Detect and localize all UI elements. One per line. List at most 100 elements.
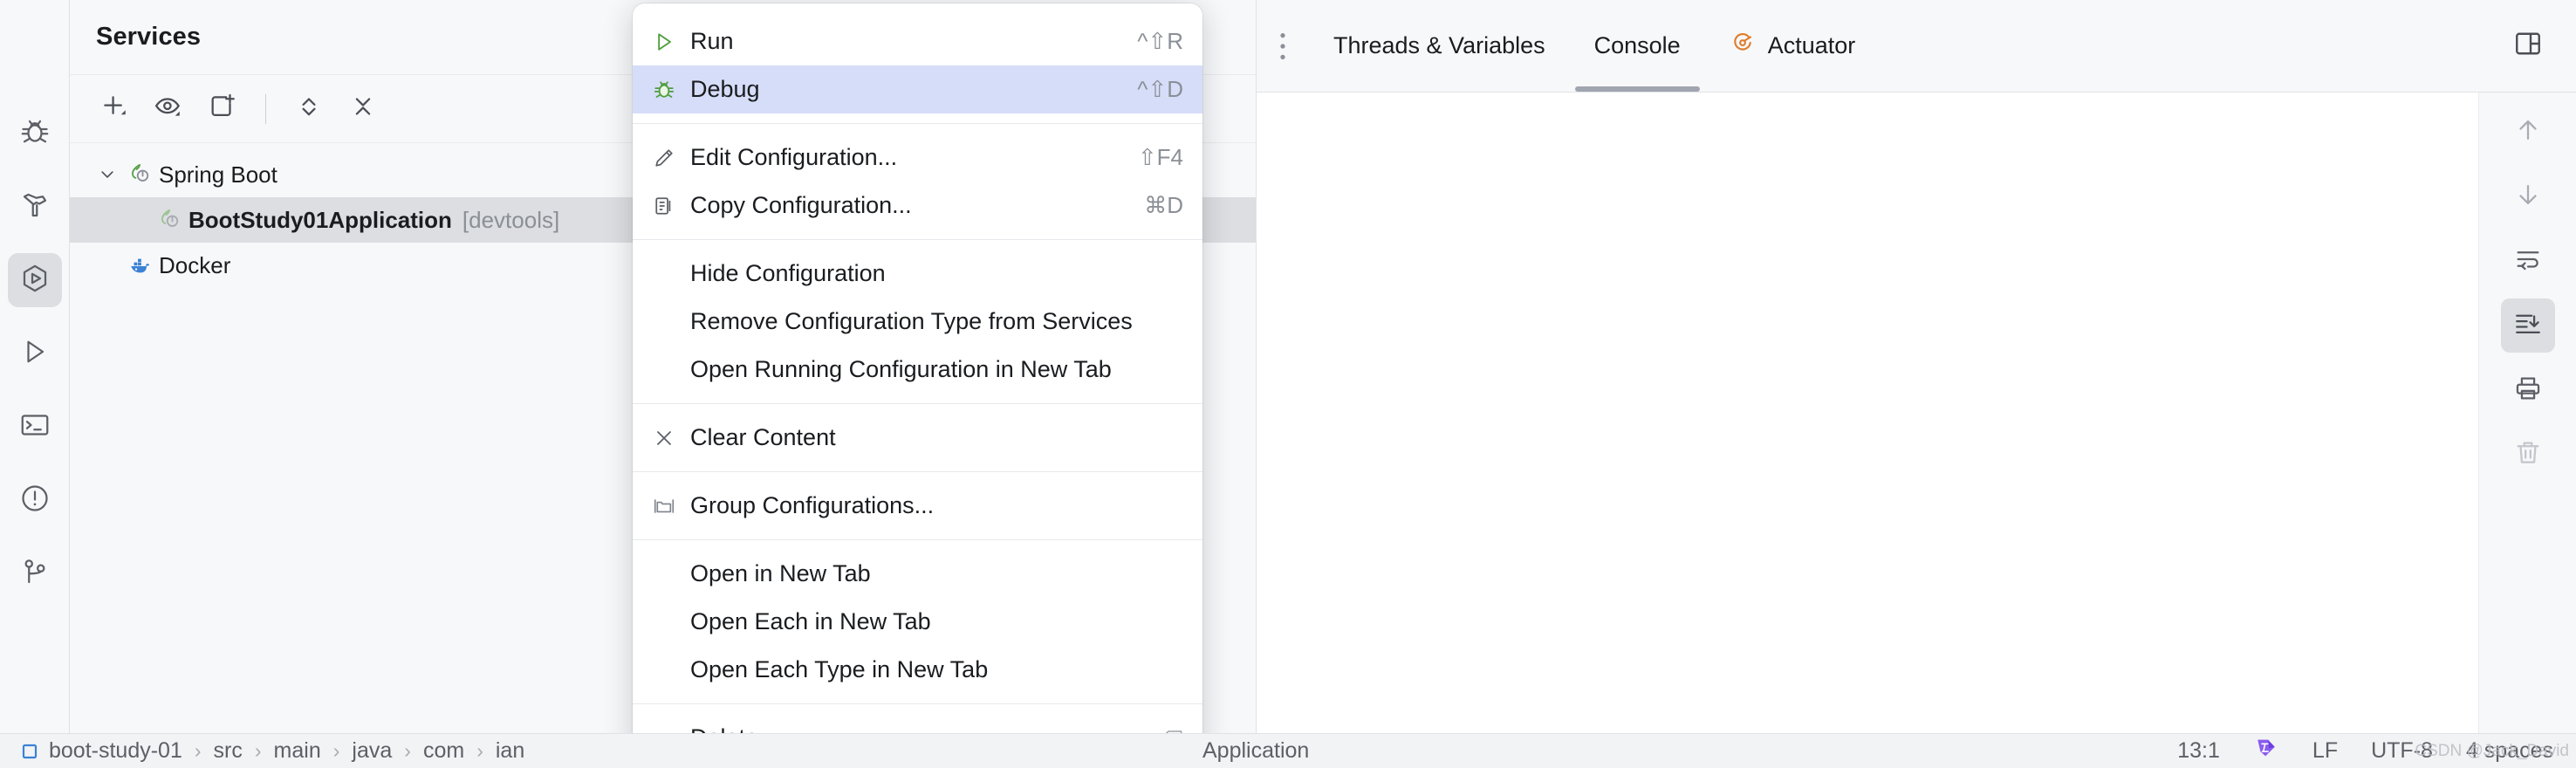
menu-item-copy-configuration[interactable]: Copy Configuration... ⌘D — [633, 182, 1202, 230]
hammer-icon — [19, 189, 51, 225]
close-x-icon — [652, 426, 690, 450]
caret-position[interactable]: 13:1 — [2177, 738, 2220, 764]
eye-dropdown-icon — [154, 92, 183, 126]
play-icon — [19, 336, 51, 372]
sidebar-item-services[interactable] — [7, 253, 62, 307]
chevron-down-icon[interactable] — [92, 166, 122, 183]
status-bar: boot-study-01 › src › main › java › com … — [0, 733, 2576, 768]
console-area: Threads & Variables Console Actuator — [1257, 0, 2576, 733]
git-branch-icon — [19, 556, 51, 592]
menu-item-edit-configuration[interactable]: Edit Configuration... ⇧F4 — [633, 134, 1202, 182]
sidebar-item-run[interactable] — [8, 326, 62, 381]
print-icon — [2513, 374, 2543, 408]
menu-item-label: Open Running Configuration in New Tab — [690, 356, 1112, 382]
menu-item-label: Hide Configuration — [690, 260, 886, 286]
menu-item-group-configurations[interactable]: Group Configurations... — [633, 482, 1202, 530]
breadcrumb-item[interactable]: java — [352, 738, 392, 764]
menu-separator — [633, 239, 1202, 240]
bug-icon — [19, 116, 51, 152]
scroll-to-end-icon — [2513, 309, 2543, 343]
console-output[interactable] — [1257, 93, 2478, 733]
spring-boot-icon — [122, 161, 159, 188]
breadcrumb-item[interactable]: ian — [496, 738, 524, 764]
arrow-down-icon — [2513, 180, 2543, 214]
sidebar-item-build[interactable] — [8, 180, 62, 234]
menu-item-label: Open Each in New Tab — [690, 608, 931, 634]
breadcrumb-item[interactable]: src — [214, 738, 243, 764]
breadcrumb-separator: › — [332, 739, 340, 762]
show-hide-button[interactable] — [143, 84, 194, 134]
sidebar-item-version-control[interactable] — [8, 546, 62, 600]
page-title: Services — [96, 23, 202, 51]
scroll-up-button[interactable] — [2501, 105, 2555, 159]
menu-separator — [633, 703, 1202, 704]
menu-item-open-in-new-tab[interactable]: Open in New Tab — [633, 550, 1202, 598]
sidebar-item-problems[interactable] — [8, 473, 62, 527]
terminal-icon — [19, 409, 51, 445]
docker-icon — [122, 252, 159, 278]
tab-threads-and-variables[interactable]: Threads & Variables — [1309, 0, 1570, 92]
menu-item-clear-content[interactable]: Clear Content — [633, 414, 1202, 462]
sidebar-item-terminal[interactable] — [8, 400, 62, 454]
breadcrumb-item[interactable]: boot-study-01 — [49, 738, 182, 764]
debug-bug-icon — [652, 78, 690, 102]
menu-item-open-running-configuration-in-new-tab[interactable]: Open Running Configuration in New Tab — [633, 346, 1202, 394]
context-menu[interactable]: Run ^⇧R Debug ^⇧D Edit Configuration... — [633, 3, 1202, 768]
actuator-icon — [1730, 30, 1756, 62]
menu-item-debug[interactable]: Debug ^⇧D — [633, 65, 1202, 113]
tree-node-label: Docker — [159, 251, 231, 278]
scroll-to-end-button[interactable] — [2500, 298, 2555, 353]
toolbar-divider — [265, 93, 266, 124]
breadcrumb-item[interactable]: main — [274, 738, 321, 764]
menu-item-label: Debug — [690, 76, 760, 102]
sidebar-item-debug[interactable] — [8, 106, 62, 161]
menu-item-shortcut: ⌘D — [1144, 192, 1183, 218]
services-hexagon-icon — [19, 263, 51, 298]
print-button[interactable] — [2501, 363, 2555, 417]
line-separator[interactable]: LF — [2312, 738, 2338, 764]
breadcrumb-separator: › — [476, 739, 483, 762]
menu-item-label: Run — [690, 28, 734, 54]
tab-label: Actuator — [1767, 32, 1856, 58]
menu-item-hide-configuration[interactable]: Hide Configuration — [633, 250, 1202, 298]
collapse-all-icon — [348, 92, 378, 126]
collapse-all-button[interactable] — [338, 84, 388, 134]
breadcrumb-separator: › — [194, 739, 202, 762]
module-icon — [19, 741, 40, 762]
tab-console[interactable]: Console — [1570, 0, 1705, 92]
menu-item-open-each-in-new-tab[interactable]: Open Each in New Tab — [633, 598, 1202, 646]
scroll-down-button[interactable] — [2501, 169, 2555, 223]
menu-item-label: Open Each Type in New Tab — [690, 656, 989, 682]
tree-node-suffix: [devtools] — [462, 206, 560, 233]
console-side-toolbar — [2478, 93, 2576, 733]
breadcrumb-tail: Application — [1202, 733, 1309, 768]
breadcrumb-item[interactable]: com — [423, 738, 464, 764]
left-tool-strip — [0, 0, 70, 768]
menu-item-run[interactable]: Run ^⇧R — [633, 17, 1202, 65]
tab-label: Threads & Variables — [1333, 32, 1545, 58]
tab-actuator[interactable]: Actuator — [1705, 0, 1881, 92]
menu-item-remove-configuration-type-from-services[interactable]: Remove Configuration Type from Services — [633, 298, 1202, 346]
breadcrumb-separator: › — [404, 739, 411, 762]
status-bar-right: 13:1 LF UTF-8 4 spaces CSDN @Jack_David — [2177, 735, 2576, 767]
menu-separator — [633, 403, 1202, 404]
pencil-icon — [652, 146, 690, 170]
more-options-icon[interactable] — [1257, 0, 1309, 92]
breadcrumb: boot-study-01 › src › main › java › com … — [0, 738, 524, 764]
open-in-new-tab-button[interactable] — [197, 84, 248, 134]
warning-circle-icon — [19, 483, 51, 518]
layout-settings-button[interactable] — [2480, 0, 2576, 92]
menu-item-label: Open in New Tab — [690, 560, 871, 586]
menu-item-label: Edit Configuration... — [690, 144, 898, 170]
intellij-idea-icon[interactable] — [2253, 735, 2279, 767]
expand-collapse-button[interactable] — [284, 84, 334, 134]
menu-item-shortcut: ^⇧D — [1137, 76, 1183, 102]
menu-item-label: Remove Configuration Type from Services — [690, 308, 1133, 334]
menu-separator — [633, 539, 1202, 540]
soft-wrap-button[interactable] — [2501, 234, 2555, 288]
clear-all-button[interactable] — [2501, 428, 2555, 482]
breadcrumb-item[interactable]: Application — [1202, 738, 1309, 764]
menu-item-open-each-type-in-new-tab[interactable]: Open Each Type in New Tab — [633, 646, 1202, 694]
watermark: CSDN @Jack_David — [2415, 741, 2569, 760]
add-service-button[interactable] — [89, 84, 140, 134]
